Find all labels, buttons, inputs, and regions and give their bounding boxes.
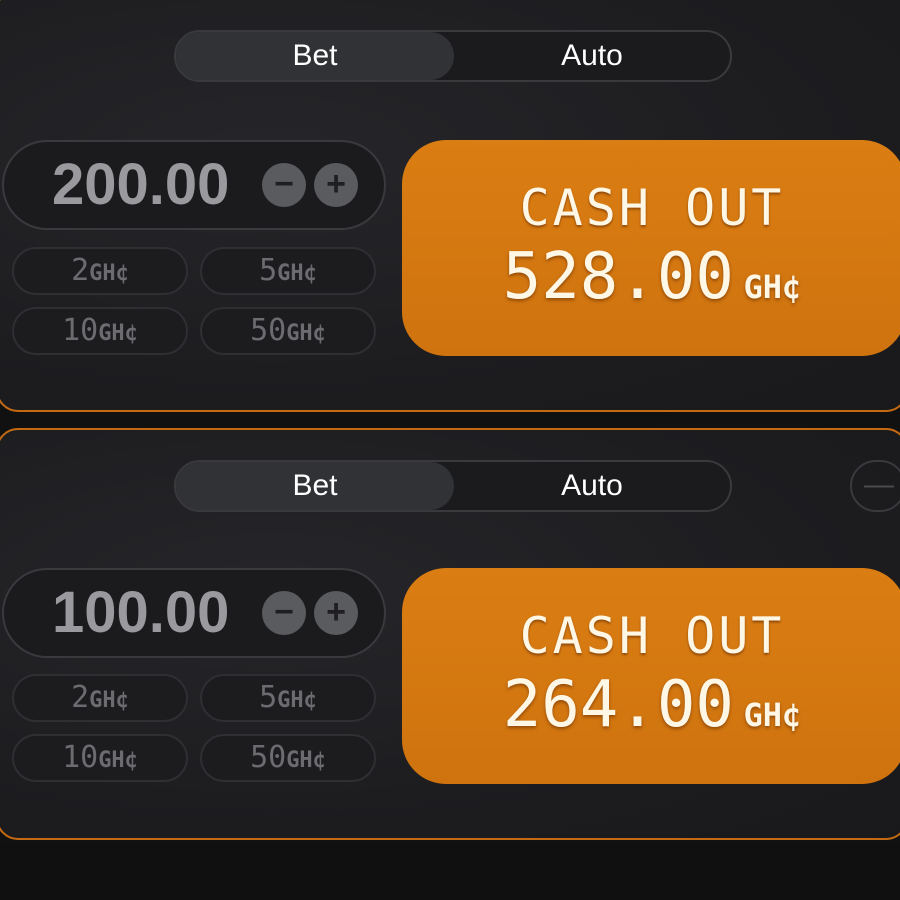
cash-out-value: 528.00: [502, 240, 734, 314]
mode-tabs: Bet Auto: [174, 30, 732, 82]
chip-value: 50: [250, 313, 287, 348]
cash-out-label: CASH OUT: [519, 607, 785, 665]
bet-amount-field[interactable]: 200.00 − +: [2, 140, 386, 230]
bet-amount-field[interactable]: 100.00 − +: [2, 568, 386, 658]
mode-tabs: Bet Auto: [174, 460, 732, 512]
quick-bet-chip-10[interactable]: 10GH¢: [12, 734, 188, 782]
chip-currency: GH¢: [286, 748, 326, 773]
chip-currency: GH¢: [286, 321, 326, 346]
bet-panel-2: Bet Auto — 100.00 − + 2GH¢ 5GH¢ 10GH¢ 50…: [0, 428, 900, 840]
cash-out-button[interactable]: CASH OUT 528.00 GH¢: [402, 140, 900, 356]
chip-currency: GH¢: [89, 261, 129, 286]
tab-auto[interactable]: Auto: [454, 462, 730, 510]
bottom-bar: [0, 842, 900, 900]
cash-out-value: 264.00: [502, 668, 734, 742]
quick-bet-chip-10[interactable]: 10GH¢: [12, 307, 188, 355]
chip-value: 10: [62, 313, 99, 348]
increase-bet-button[interactable]: +: [314, 591, 358, 635]
cash-out-amount: 528.00 GH¢: [402, 240, 900, 330]
quick-bet-chip-50[interactable]: 50GH¢: [200, 734, 376, 782]
cash-out-currency: GH¢: [743, 268, 802, 306]
quick-bet-chip-5[interactable]: 5GH¢: [200, 674, 376, 722]
increase-bet-button[interactable]: +: [314, 163, 358, 207]
chip-value: 2: [71, 680, 90, 715]
quick-bet-chip-50[interactable]: 50GH¢: [200, 307, 376, 355]
quick-bet-chip-2[interactable]: 2GH¢: [12, 247, 188, 295]
chip-currency: GH¢: [89, 688, 129, 713]
chip-value: 10: [62, 740, 99, 775]
quick-bet-chip-2[interactable]: 2GH¢: [12, 674, 188, 722]
bet-amount-value: 200.00: [52, 152, 230, 217]
chip-currency: GH¢: [277, 688, 317, 713]
chip-currency: GH¢: [98, 748, 138, 773]
remove-panel-icon[interactable]: —: [850, 460, 900, 512]
bet-panel-1: Bet Auto 200.00 − + 2GH¢ 5GH¢ 10GH¢ 50GH…: [0, 0, 900, 412]
chip-value: 50: [250, 740, 287, 775]
chip-currency: GH¢: [98, 321, 138, 346]
chip-currency: GH¢: [277, 261, 317, 286]
chip-value: 5: [259, 680, 278, 715]
cash-out-amount: 264.00 GH¢: [402, 668, 900, 758]
decrease-bet-button[interactable]: −: [262, 591, 306, 635]
chip-value: 5: [259, 253, 278, 288]
tab-bet[interactable]: Bet: [176, 32, 454, 80]
chip-value: 2: [71, 253, 90, 288]
cash-out-button[interactable]: CASH OUT 264.00 GH¢: [402, 568, 900, 784]
tab-auto[interactable]: Auto: [454, 32, 730, 80]
cash-out-label: CASH OUT: [519, 179, 785, 237]
cash-out-currency: GH¢: [743, 696, 802, 734]
bet-amount-value: 100.00: [52, 580, 230, 645]
quick-bet-chip-5[interactable]: 5GH¢: [200, 247, 376, 295]
tab-bet[interactable]: Bet: [176, 462, 454, 510]
decrease-bet-button[interactable]: −: [262, 163, 306, 207]
